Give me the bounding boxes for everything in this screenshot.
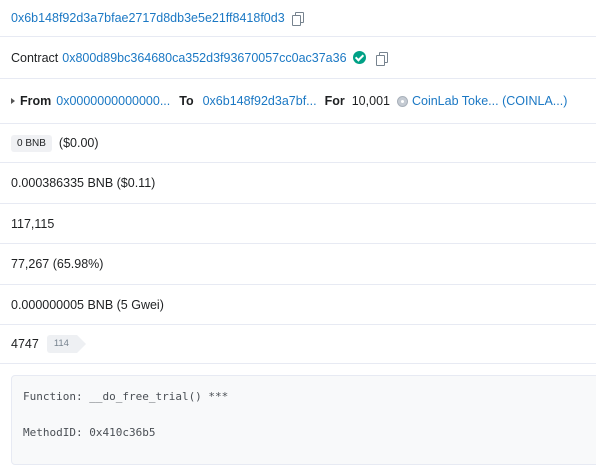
transfer-to-link[interactable]: 0x6b148f92d3a7bf... — [203, 94, 317, 108]
contract-address-link[interactable]: 0x800d89bc364680ca352d3f93670057cc0ac37a… — [62, 51, 346, 65]
value-badge: 0 BNB — [11, 134, 52, 152]
transfer-to-label: To — [179, 94, 194, 108]
gas-used-row: 77,267 (65.98%) — [0, 244, 596, 285]
to-address-row: 0x6b148f92d3a7bfae2717d8db3e5e21ff8418f0… — [0, 0, 596, 37]
gas-limit: 117,115 — [11, 216, 55, 231]
copy-icon[interactable] — [291, 11, 305, 26]
input-data-box[interactable]: Function: __do_free_trial() *** MethodID… — [11, 375, 596, 465]
contract-label: Contract — [11, 50, 59, 65]
contract-row: Contract 0x800d89bc364680ca352d3f9367005… — [0, 37, 596, 79]
copy-icon[interactable] — [375, 51, 389, 66]
transfer-amount: 10,001 — [351, 94, 390, 108]
transfer-from-link[interactable]: 0x0000000000000... — [56, 94, 170, 108]
token-icon — [396, 95, 408, 107]
fee-row: 0.000386335 BNB ($0.11) — [0, 163, 596, 204]
gas-price-row: 0.000000005 BNB (5 Gwei) — [0, 285, 596, 325]
nonce-row: 4747 114 — [0, 325, 596, 364]
input-method-id-line: MethodID: 0x410c36b5 — [23, 426, 156, 439]
value-usd: ($0.00) — [58, 136, 99, 150]
transaction-fee: 0.000386335 BNB ($0.11) — [11, 176, 156, 190]
to-address-link[interactable]: 0x6b148f92d3a7bfae2717d8db3e5e21ff8418f0… — [11, 11, 285, 25]
nonce-position-badge: 114 — [46, 335, 87, 353]
token-transfer-row: From 0x0000000000000... To 0x6b148f92d3a… — [0, 79, 596, 124]
transfer-for-label: For — [324, 94, 345, 108]
token-link[interactable]: CoinLab Toke... (COINLA...) — [412, 94, 567, 108]
gas-price: 0.000000005 BNB (5 Gwei) — [11, 297, 164, 312]
value-row: 0 BNB ($0.00) — [0, 124, 596, 163]
transfer-from-label: From — [20, 94, 52, 108]
input-function-line: Function: __do_free_trial() *** — [23, 390, 229, 403]
verified-check-icon — [352, 51, 366, 64]
caret-right-icon[interactable] — [11, 98, 15, 104]
nonce-value: 4747 — [11, 337, 39, 351]
gas-limit-row: 117,115 — [0, 204, 596, 244]
gas-used: 77,267 (65.98%) — [11, 257, 104, 271]
